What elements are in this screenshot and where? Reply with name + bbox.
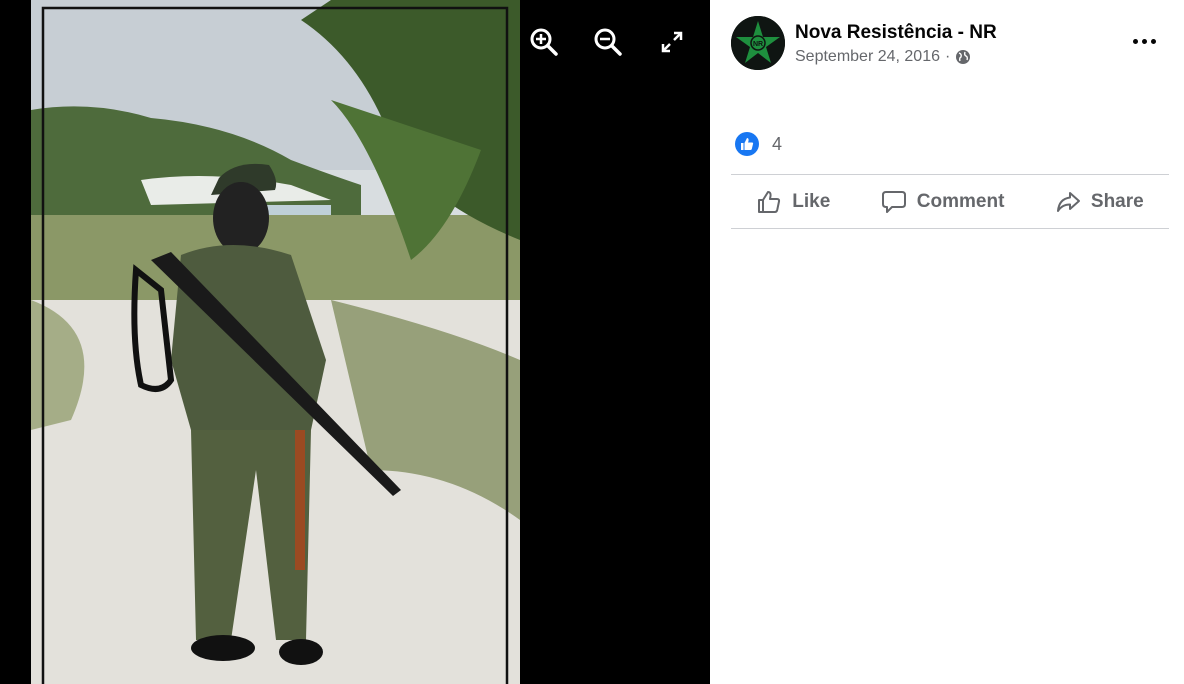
post-timestamp: September 24, 2016 · — [795, 48, 997, 66]
like-button[interactable]: Like — [756, 189, 830, 215]
comment-icon — [881, 190, 906, 213]
page-avatar[interactable]: NR — [731, 16, 785, 70]
thumbs-up-icon — [758, 190, 781, 213]
zoom-in-button[interactable] — [526, 24, 562, 60]
comment-label: Comment — [916, 190, 1005, 212]
more-options-icon — [1132, 38, 1138, 44]
meta-separator: · — [945, 48, 951, 65]
zoom-out-button[interactable] — [590, 24, 626, 60]
nr-star-logo-icon: NR — [731, 16, 785, 70]
comment-button[interactable]: Comment — [881, 189, 1005, 215]
avatar-logo-text: NR — [753, 41, 763, 48]
fullscreen-icon — [661, 31, 683, 53]
like-reaction-icon — [735, 132, 759, 156]
reactions-summary[interactable]: 4 — [734, 131, 782, 157]
post-date-link[interactable]: September 24, 2016 — [795, 48, 940, 66]
globe-icon — [956, 50, 971, 64]
photo-viewer — [0, 0, 710, 684]
more-options-button[interactable] — [1126, 28, 1162, 54]
post-header: NR Nova Resistência - NR September 24, 2… — [731, 16, 997, 70]
post-meta: Nova Resistência - NR September 24, 2016… — [795, 20, 997, 66]
post-photo[interactable] — [31, 0, 520, 684]
zoom-out-icon — [594, 28, 622, 56]
post-side-panel: NR Nova Resistência - NR September 24, 2… — [710, 0, 1184, 684]
post-actions-bar: Like Comment Share — [731, 174, 1169, 229]
fullscreen-button[interactable] — [654, 24, 690, 60]
share-button[interactable]: Share — [1055, 189, 1144, 215]
like-label: Like — [792, 190, 831, 212]
page-name-link[interactable]: Nova Resistência - NR — [795, 20, 997, 46]
reaction-count: 4 — [772, 133, 783, 154]
zoom-in-icon — [530, 28, 558, 56]
share-icon — [1056, 191, 1080, 212]
viewer-toolbar — [526, 24, 690, 60]
share-label: Share — [1090, 190, 1144, 212]
